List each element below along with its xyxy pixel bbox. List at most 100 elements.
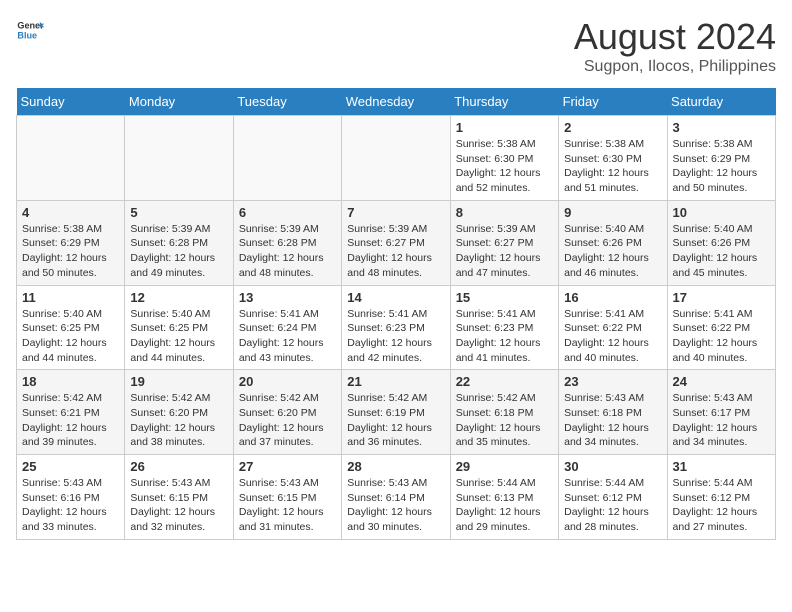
calendar-cell: 11 Sunrise: 5:40 AM Sunset: 6:25 PM Dayli… — [17, 285, 125, 370]
day-info: Sunrise: 5:40 AM Sunset: 6:26 PM Dayligh… — [564, 222, 661, 281]
day-info: Sunrise: 5:38 AM Sunset: 6:30 PM Dayligh… — [456, 137, 553, 196]
calendar-cell: 26 Sunrise: 5:43 AM Sunset: 6:15 PM Dayli… — [125, 455, 233, 540]
day-info: Sunrise: 5:41 AM Sunset: 6:22 PM Dayligh… — [564, 307, 661, 366]
day-number: 24 — [673, 374, 770, 389]
calendar-cell: 16Sunrise: 5:41 AM Sunset: 6:22 PM Dayli… — [559, 285, 667, 370]
day-info: Sunrise: 5:40 AM Sunset: 6:26 PM Dayligh… — [673, 222, 770, 281]
day-info: Sunrise: 5:43 AM Sunset: 6:16 PM Dayligh… — [22, 476, 119, 535]
day-number: 6 — [239, 205, 336, 220]
calendar-cell: 18 Sunrise: 5:42 AM Sunset: 6:21 PM Dayli… — [17, 370, 125, 455]
day-number: 25 — [22, 459, 119, 474]
svg-text:Blue: Blue — [17, 30, 37, 40]
week-row-1: 1 Sunrise: 5:38 AM Sunset: 6:30 PM Daylig… — [17, 116, 776, 201]
day-number: 12 — [130, 290, 227, 305]
calendar-cell: 30 Sunrise: 5:44 AM Sunset: 6:12 PM Dayli… — [559, 455, 667, 540]
calendar-cell: 23 Sunrise: 5:43 AM Sunset: 6:18 PM Dayli… — [559, 370, 667, 455]
day-number: 30 — [564, 459, 661, 474]
day-info: Sunrise: 5:44 AM Sunset: 6:12 PM Dayligh… — [564, 476, 661, 535]
calendar-cell: 22 Sunrise: 5:42 AM Sunset: 6:18 PM Dayli… — [450, 370, 558, 455]
day-header-monday: Monday — [125, 88, 233, 116]
day-info: Sunrise: 5:43 AM Sunset: 6:18 PM Dayligh… — [564, 391, 661, 450]
calendar-cell: 31 Sunrise: 5:44 AM Sunset: 6:12 PM Dayli… — [667, 455, 775, 540]
day-number: 14 — [347, 290, 444, 305]
day-info: Sunrise: 5:44 AM Sunset: 6:13 PM Dayligh… — [456, 476, 553, 535]
day-number: 11 — [22, 290, 119, 305]
calendar-cell — [342, 116, 450, 201]
day-header-saturday: Saturday — [667, 88, 775, 116]
day-number: 5 — [130, 205, 227, 220]
day-info: Sunrise: 5:38 AM Sunset: 6:30 PM Dayligh… — [564, 137, 661, 196]
day-info: Sunrise: 5:43 AM Sunset: 6:15 PM Dayligh… — [239, 476, 336, 535]
day-number: 19 — [130, 374, 227, 389]
day-number: 3 — [673, 120, 770, 135]
page-header: General Blue August 2024 Sugpon, Ilocos,… — [16, 16, 776, 76]
day-number: 18 — [22, 374, 119, 389]
calendar-cell: 6 Sunrise: 5:39 AM Sunset: 6:28 PM Daylig… — [233, 200, 341, 285]
day-info: Sunrise: 5:42 AM Sunset: 6:21 PM Dayligh… — [22, 391, 119, 450]
day-info: Sunrise: 5:42 AM Sunset: 6:20 PM Dayligh… — [239, 391, 336, 450]
day-info: Sunrise: 5:38 AM Sunset: 6:29 PM Dayligh… — [22, 222, 119, 281]
day-header-wednesday: Wednesday — [342, 88, 450, 116]
calendar-cell: 13Sunrise: 5:41 AM Sunset: 6:24 PM Dayli… — [233, 285, 341, 370]
calendar-cell: 1 Sunrise: 5:38 AM Sunset: 6:30 PM Daylig… — [450, 116, 558, 201]
day-number: 23 — [564, 374, 661, 389]
day-header-sunday: Sunday — [17, 88, 125, 116]
day-number: 7 — [347, 205, 444, 220]
month-year: August 2024 — [574, 16, 776, 58]
calendar-cell: 24 Sunrise: 5:43 AM Sunset: 6:17 PM Dayli… — [667, 370, 775, 455]
day-header-thursday: Thursday — [450, 88, 558, 116]
day-info: Sunrise: 5:41 AM Sunset: 6:23 PM Dayligh… — [456, 307, 553, 366]
calendar-cell: 7Sunrise: 5:39 AM Sunset: 6:27 PM Daylig… — [342, 200, 450, 285]
calendar-cell: 10 Sunrise: 5:40 AM Sunset: 6:26 PM Dayli… — [667, 200, 775, 285]
calendar-cell: 5 Sunrise: 5:39 AM Sunset: 6:28 PM Daylig… — [125, 200, 233, 285]
calendar-cell: 27 Sunrise: 5:43 AM Sunset: 6:15 PM Dayli… — [233, 455, 341, 540]
day-number: 8 — [456, 205, 553, 220]
logo-icon: General Blue — [16, 16, 44, 44]
day-info: Sunrise: 5:41 AM Sunset: 6:23 PM Dayligh… — [347, 307, 444, 366]
day-number: 17 — [673, 290, 770, 305]
day-number: 10 — [673, 205, 770, 220]
calendar-cell: 21Sunrise: 5:42 AM Sunset: 6:19 PM Dayli… — [342, 370, 450, 455]
calendar-cell: 20 Sunrise: 5:42 AM Sunset: 6:20 PM Dayli… — [233, 370, 341, 455]
title-area: August 2024 Sugpon, Ilocos, Philippines — [574, 16, 776, 76]
day-info: Sunrise: 5:43 AM Sunset: 6:17 PM Dayligh… — [673, 391, 770, 450]
day-info: Sunrise: 5:39 AM Sunset: 6:28 PM Dayligh… — [239, 222, 336, 281]
day-info: Sunrise: 5:44 AM Sunset: 6:12 PM Dayligh… — [673, 476, 770, 535]
day-info: Sunrise: 5:42 AM Sunset: 6:20 PM Dayligh… — [130, 391, 227, 450]
day-header-tuesday: Tuesday — [233, 88, 341, 116]
day-info: Sunrise: 5:39 AM Sunset: 6:27 PM Dayligh… — [456, 222, 553, 281]
week-row-4: 18 Sunrise: 5:42 AM Sunset: 6:21 PM Dayli… — [17, 370, 776, 455]
week-row-3: 11 Sunrise: 5:40 AM Sunset: 6:25 PM Dayli… — [17, 285, 776, 370]
logo: General Blue — [16, 16, 44, 44]
day-number: 28 — [347, 459, 444, 474]
day-number: 27 — [239, 459, 336, 474]
header-row: SundayMondayTuesdayWednesdayThursdayFrid… — [17, 88, 776, 116]
calendar-cell: 17Sunrise: 5:41 AM Sunset: 6:22 PM Dayli… — [667, 285, 775, 370]
day-info: Sunrise: 5:40 AM Sunset: 6:25 PM Dayligh… — [22, 307, 119, 366]
calendar-cell: 15Sunrise: 5:41 AM Sunset: 6:23 PM Dayli… — [450, 285, 558, 370]
calendar-cell: 8 Sunrise: 5:39 AM Sunset: 6:27 PM Daylig… — [450, 200, 558, 285]
day-number: 22 — [456, 374, 553, 389]
day-info: Sunrise: 5:38 AM Sunset: 6:29 PM Dayligh… — [673, 137, 770, 196]
day-header-friday: Friday — [559, 88, 667, 116]
calendar-cell: 3 Sunrise: 5:38 AM Sunset: 6:29 PM Daylig… — [667, 116, 775, 201]
day-info: Sunrise: 5:42 AM Sunset: 6:19 PM Dayligh… — [347, 391, 444, 450]
day-info: Sunrise: 5:40 AM Sunset: 6:25 PM Dayligh… — [130, 307, 227, 366]
day-info: Sunrise: 5:43 AM Sunset: 6:15 PM Dayligh… — [130, 476, 227, 535]
day-number: 2 — [564, 120, 661, 135]
day-number: 31 — [673, 459, 770, 474]
calendar-cell — [233, 116, 341, 201]
week-row-5: 25 Sunrise: 5:43 AM Sunset: 6:16 PM Dayli… — [17, 455, 776, 540]
day-number: 26 — [130, 459, 227, 474]
calendar-cell: 19 Sunrise: 5:42 AM Sunset: 6:20 PM Dayli… — [125, 370, 233, 455]
calendar-table: SundayMondayTuesdayWednesdayThursdayFrid… — [16, 88, 776, 540]
day-number: 20 — [239, 374, 336, 389]
calendar-cell: 14 Sunrise: 5:41 AM Sunset: 6:23 PM Dayli… — [342, 285, 450, 370]
day-info: Sunrise: 5:43 AM Sunset: 6:14 PM Dayligh… — [347, 476, 444, 535]
day-number: 1 — [456, 120, 553, 135]
week-row-2: 4Sunrise: 5:38 AM Sunset: 6:29 PM Daylig… — [17, 200, 776, 285]
day-info: Sunrise: 5:39 AM Sunset: 6:28 PM Dayligh… — [130, 222, 227, 281]
day-info: Sunrise: 5:42 AM Sunset: 6:18 PM Dayligh… — [456, 391, 553, 450]
day-info: Sunrise: 5:41 AM Sunset: 6:24 PM Dayligh… — [239, 307, 336, 366]
calendar-cell — [125, 116, 233, 201]
